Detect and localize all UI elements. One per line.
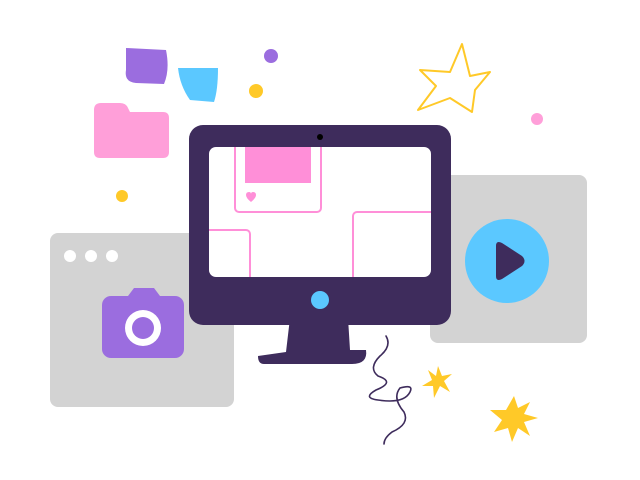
screen-card-image [245, 147, 311, 183]
window-dot [85, 250, 97, 262]
yellow-dot-left [116, 190, 128, 202]
window-dot [64, 250, 76, 262]
pink-dot [531, 113, 543, 125]
blue-note [178, 68, 218, 102]
purple-dot [264, 49, 278, 63]
purple-note [125, 48, 168, 84]
window-dot [106, 250, 118, 262]
video-window [430, 175, 587, 343]
webcam-dot [317, 134, 323, 140]
illustration-svg [50, 43, 587, 445]
squiggle-line [368, 335, 412, 445]
illustration-stage [0, 0, 640, 480]
star-outline [417, 43, 491, 113]
sparkle-small [422, 366, 452, 398]
sparkle-large [490, 396, 538, 442]
camera-icon [102, 288, 184, 358]
yellow-dot [249, 84, 263, 98]
power-button [311, 291, 329, 309]
folder-icon [94, 103, 169, 158]
